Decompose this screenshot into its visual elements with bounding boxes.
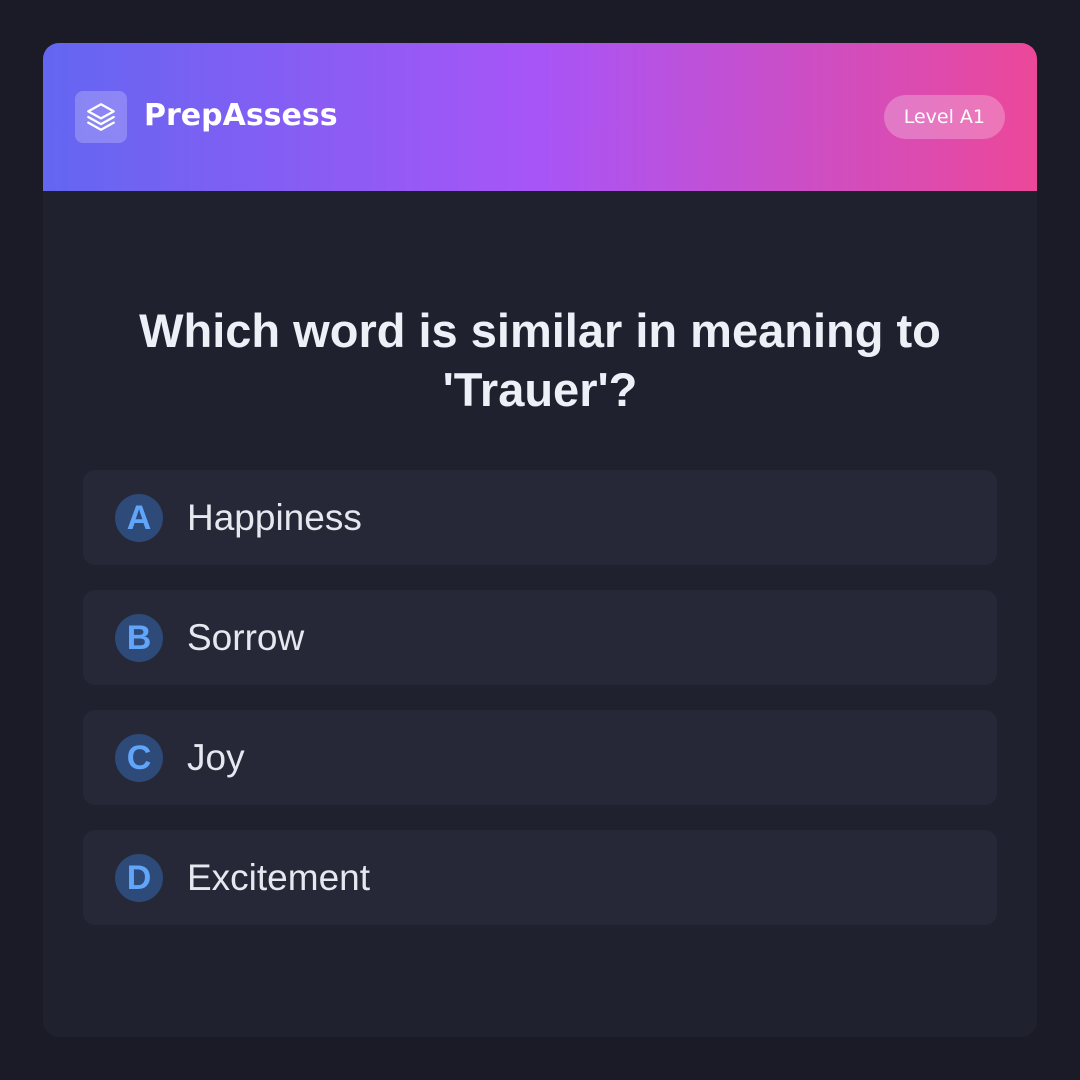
header-banner: PrepAssess Level A1 [43, 43, 1037, 191]
layers-icon [75, 91, 127, 143]
level-badge: Level A1 [883, 95, 1005, 139]
quiz-card: PrepAssess Level A1 Which word is simila… [43, 43, 1037, 1037]
option-label: Happiness [187, 497, 362, 538]
option-d[interactable]: D Excitement [83, 830, 997, 925]
option-label: Sorrow [187, 617, 305, 658]
option-letter-badge: B [115, 614, 163, 662]
brand-name: PrepAssess [144, 98, 338, 133]
option-letter-badge: A [115, 494, 163, 542]
option-letter-badge: C [115, 734, 163, 782]
option-a[interactable]: A Happiness [83, 470, 997, 565]
option-b[interactable]: B Sorrow [83, 590, 997, 685]
question-text: Which word is similar in meaning to 'Tra… [139, 304, 941, 416]
option-label: Excitement [187, 857, 371, 898]
option-letter-badge: D [115, 854, 163, 902]
option-label: Joy [187, 737, 245, 778]
answer-options: A Happiness B Sorrow C Joy D Excitement [83, 470, 997, 950]
option-c[interactable]: C Joy [83, 710, 997, 805]
